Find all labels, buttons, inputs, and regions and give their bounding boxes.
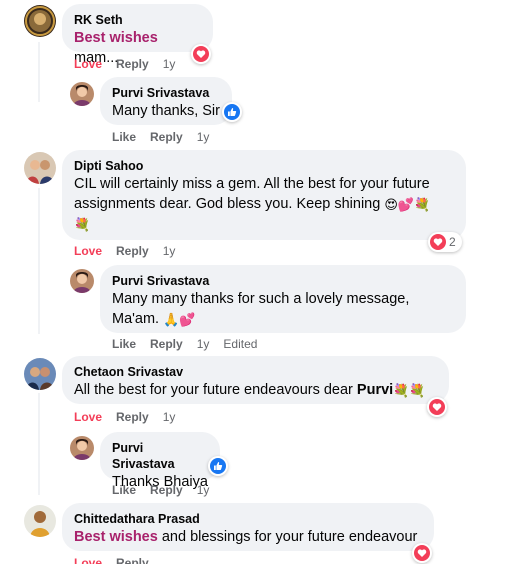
highlighted-text[interactable]: Best wishes	[74, 30, 158, 46]
avatar[interactable]	[70, 269, 94, 293]
comment-actions: Like Reply 1y	[112, 482, 223, 498]
comment-actions: Love Reply	[74, 555, 163, 564]
comment-author[interactable]: Chetaon Srivastav	[74, 364, 437, 380]
comment-actions: Love Reply 1y	[74, 56, 189, 72]
comment-actions: Like Reply 1y Edited	[112, 336, 271, 352]
reply-button[interactable]: Reply	[116, 410, 149, 424]
comment-actions: Like Reply 1y	[112, 129, 223, 145]
reaction-badge[interactable]	[412, 543, 432, 563]
love-button[interactable]: Love	[74, 410, 102, 424]
reaction-badge[interactable]	[191, 44, 211, 64]
reply-button[interactable]: Reply	[150, 337, 183, 351]
comment-bubble: Purvi Srivastava Thanks Bhaiya	[100, 432, 220, 490]
comment-author[interactable]: Dipti Sahoo	[74, 158, 454, 174]
like-icon	[224, 104, 240, 120]
emoji: 💐💐	[393, 383, 426, 398]
like-button[interactable]: Like	[112, 337, 136, 351]
reaction-badge[interactable]: 2	[428, 232, 462, 252]
reply-button[interactable]: Reply	[116, 556, 149, 564]
comment-actions: Love Reply 1y	[74, 243, 189, 259]
comment-bubble: Dipti Sahoo CIL will certainly miss a ge…	[62, 150, 466, 240]
thread-line	[38, 42, 40, 102]
comment-author[interactable]: Purvi Srivastava	[112, 85, 220, 101]
avatar[interactable]	[24, 5, 56, 37]
love-button[interactable]: Love	[74, 57, 102, 71]
comment-text: and blessings for your future endeavour	[157, 529, 418, 545]
highlighted-text[interactable]: Best wishes	[74, 529, 158, 545]
heart-icon	[193, 46, 209, 62]
comment-bubble: Purvi Srivastava Many thanks, Sir	[100, 77, 232, 125]
comment-author[interactable]: Chittedathara Prasad	[74, 511, 422, 527]
avatar[interactable]	[24, 152, 56, 184]
comment-text: Ma'am.	[112, 311, 160, 327]
reply-button[interactable]: Reply	[150, 483, 183, 497]
comment-text: assignments dear. God bless you. Keep sh…	[74, 196, 381, 212]
timestamp[interactable]: 1y	[197, 130, 210, 144]
comment-text: Many thanks, Sir	[112, 103, 220, 119]
heart-icon	[429, 399, 445, 415]
like-button[interactable]: Like	[112, 483, 136, 497]
comment-text: Many many thanks for such a lovely messa…	[112, 291, 410, 307]
comment-text: All the best for your future endeavours …	[74, 382, 357, 398]
comment-text: CIL will certainly miss a gem. All the b…	[74, 176, 430, 192]
comment-author[interactable]: RK Seth	[74, 12, 201, 28]
emoji: 😍💕💐	[384, 197, 431, 212]
timestamp[interactable]: 1y	[163, 410, 176, 424]
comment-bubble: Purvi Srivastava Many many thanks for su…	[100, 265, 466, 333]
thread-line	[38, 188, 40, 334]
comment-bubble: Chetaon Srivastav All the best for your …	[62, 356, 449, 404]
comment-author[interactable]: Purvi Srivastava	[112, 273, 454, 289]
timestamp[interactable]: 1y	[197, 483, 210, 497]
reaction-badge[interactable]	[427, 397, 447, 417]
comment-bubble: Chittedathara Prasad Best wishes and ble…	[62, 503, 434, 551]
mention-link[interactable]: Purvi	[357, 382, 393, 398]
heart-icon	[414, 545, 430, 561]
love-button[interactable]: Love	[74, 244, 102, 258]
heart-icon	[430, 234, 446, 250]
like-button[interactable]: Like	[112, 130, 136, 144]
reply-button[interactable]: Reply	[116, 57, 149, 71]
timestamp[interactable]: 1y	[163, 244, 176, 258]
reply-button[interactable]: Reply	[150, 130, 183, 144]
comment-actions: Love Reply 1y	[74, 409, 189, 425]
reaction-badge[interactable]	[222, 102, 242, 122]
reply-button[interactable]: Reply	[116, 244, 149, 258]
like-icon	[210, 458, 226, 474]
thread-line	[38, 393, 40, 495]
timestamp[interactable]: 1y	[163, 57, 176, 71]
emoji: 💐	[74, 217, 91, 232]
comment-bubble: RK Seth Best wishes mam...	[62, 4, 213, 66]
avatar[interactable]	[24, 505, 56, 537]
reaction-badge[interactable]	[208, 456, 228, 476]
avatar[interactable]	[24, 358, 56, 390]
reaction-count: 2	[449, 235, 456, 249]
edited-label[interactable]: Edited	[223, 337, 257, 351]
comment-author[interactable]: Purvi Srivastava	[112, 440, 208, 472]
emoji: 🙏💕	[163, 312, 196, 327]
love-button[interactable]: Love	[74, 556, 102, 564]
timestamp[interactable]: 1y	[197, 337, 210, 351]
avatar[interactable]	[70, 436, 94, 460]
avatar[interactable]	[70, 82, 94, 106]
